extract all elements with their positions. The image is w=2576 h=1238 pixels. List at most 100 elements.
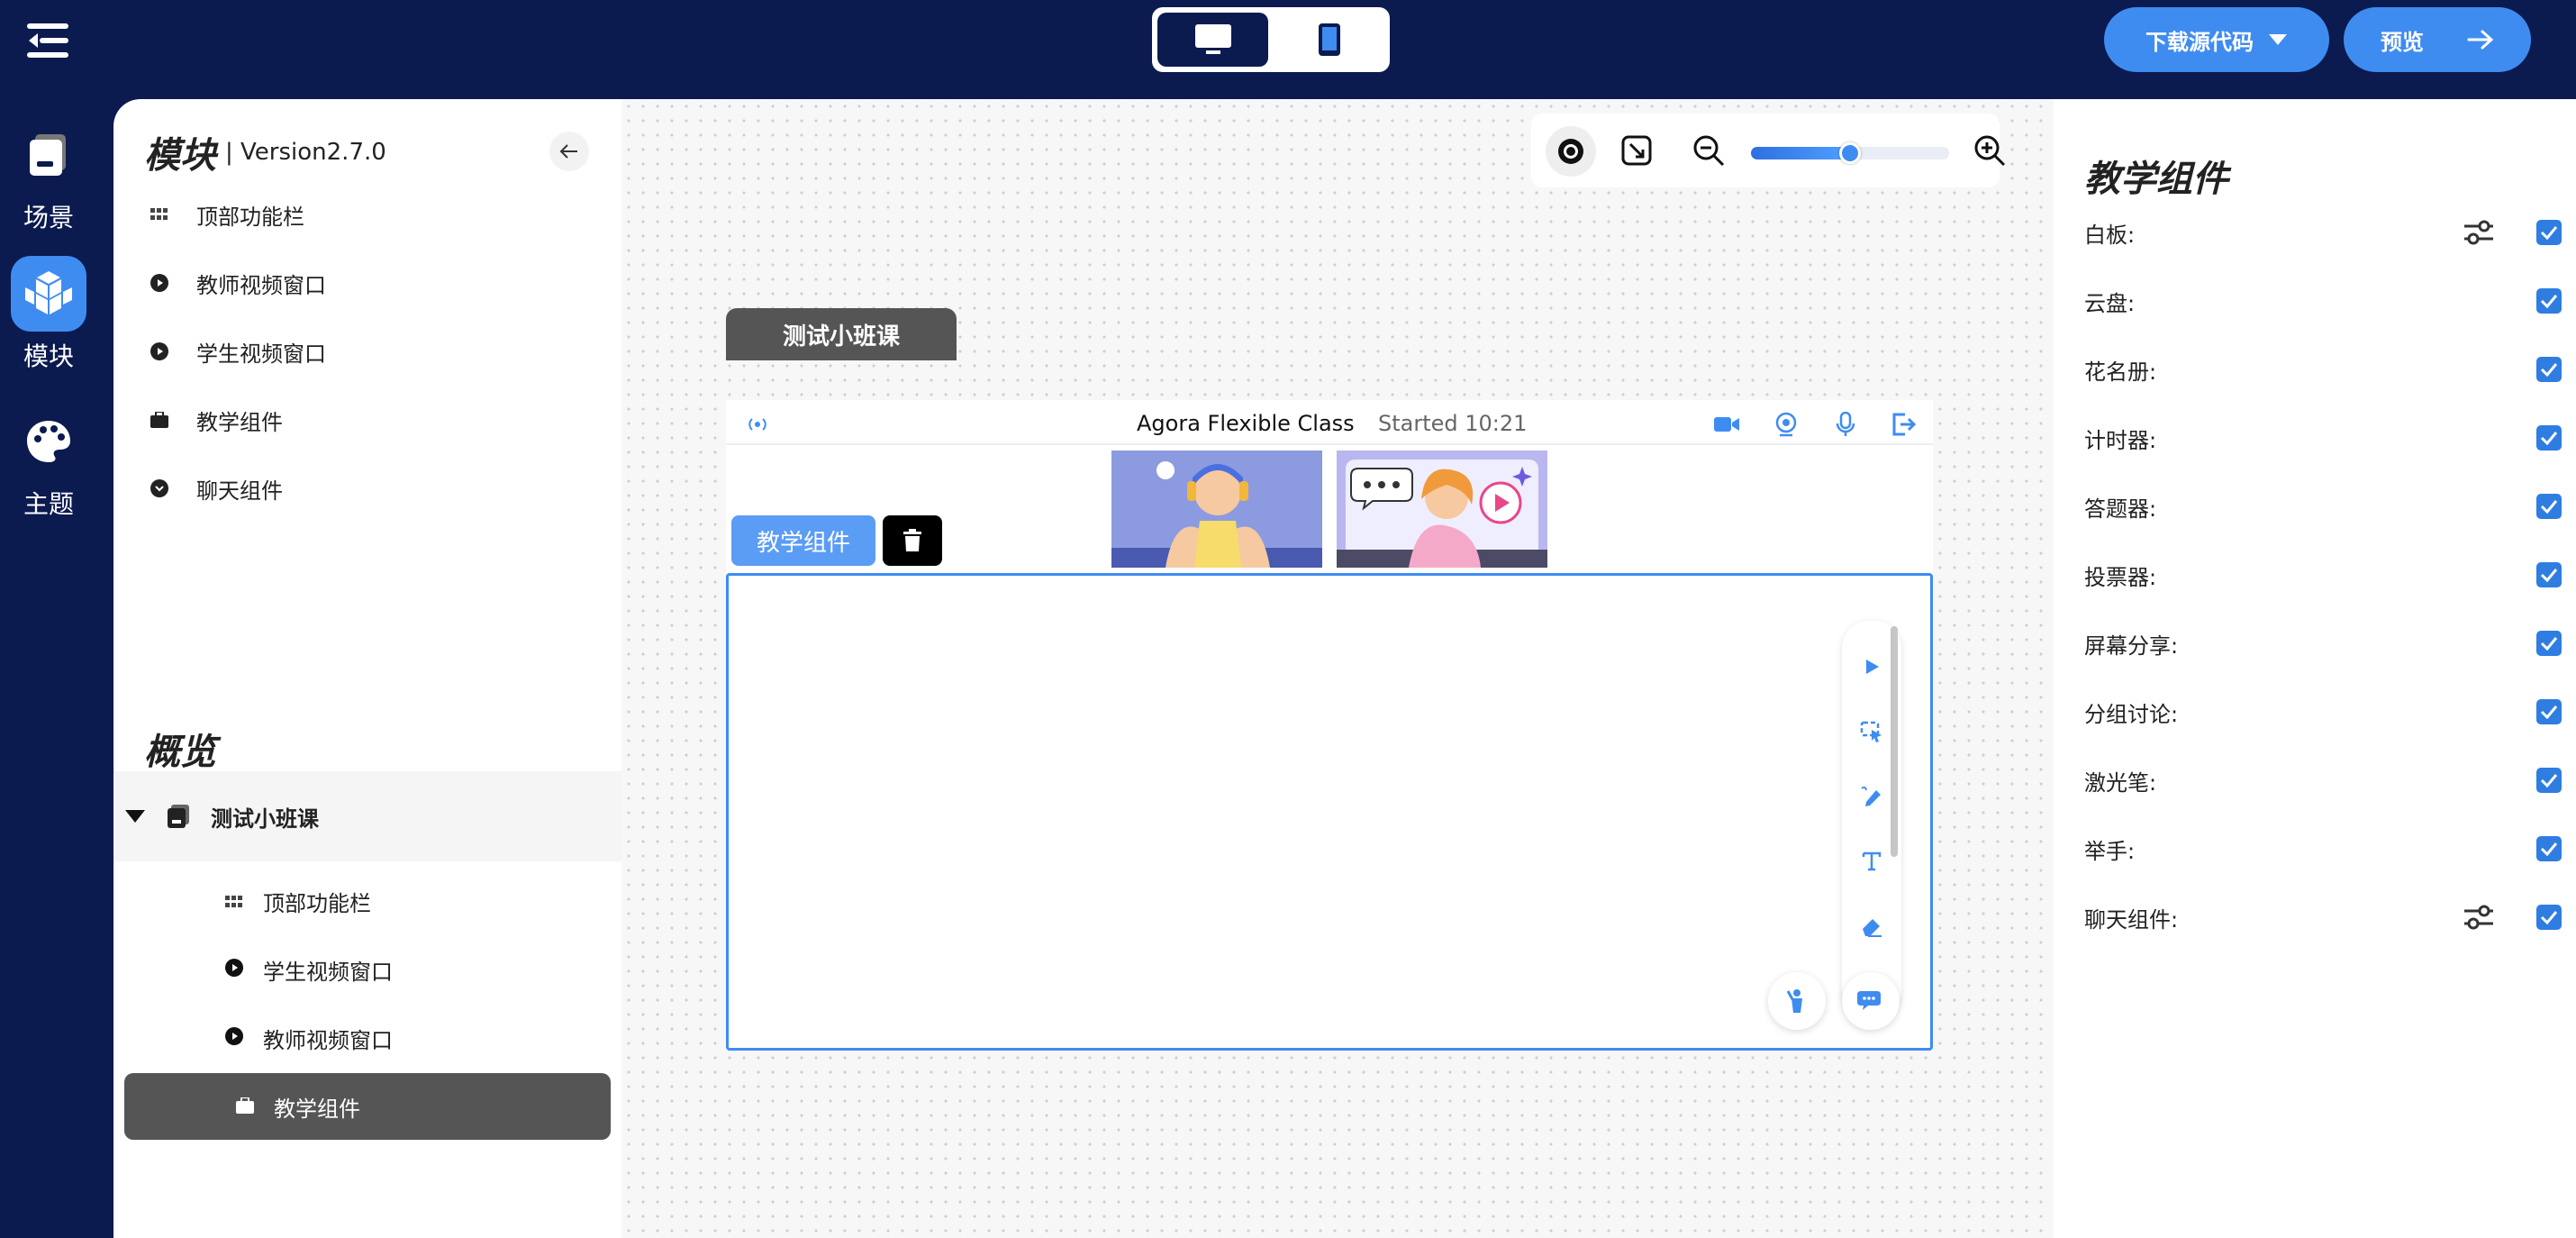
mobile-view-button[interactable] bbox=[1274, 13, 1384, 67]
widget-option-checkbox[interactable] bbox=[2536, 699, 2562, 724]
widget-option-label: 投票器: bbox=[2084, 564, 2157, 590]
overview-item-label: 教师视频窗口 bbox=[263, 1027, 393, 1053]
webcam-icon[interactable] bbox=[1773, 411, 1800, 438]
whiteboard-toolbar-scrollbar[interactable] bbox=[1891, 626, 1898, 857]
overview-item-top-toolbar[interactable]: 顶部功能栏 bbox=[225, 867, 371, 935]
module-item-label: 顶部功能栏 bbox=[196, 204, 304, 230]
cube-icon bbox=[11, 256, 86, 332]
widget-option-label: 屏幕分享: bbox=[2084, 633, 2179, 659]
widget-option-row: 举手: bbox=[2084, 831, 2562, 867]
widget-option-checkbox[interactable] bbox=[2536, 357, 2562, 382]
briefcase-icon bbox=[150, 410, 169, 430]
widget-option-label: 云盘: bbox=[2084, 290, 2136, 316]
top-bar: 下载源代码 预览 bbox=[0, 0, 2576, 99]
properties-panel: 教学组件 白板: 云盘: 花名册: 计时器: 答题器: 投票器: 屏幕分享: 分组讨论: 激光笔… bbox=[2054, 99, 2576, 1238]
cursor-icon[interactable] bbox=[1858, 653, 1885, 680]
zoom-in-icon[interactable] bbox=[1971, 132, 2009, 169]
desktop-icon bbox=[1194, 24, 1231, 54]
widget-option-row: 花名册: bbox=[2084, 351, 2562, 387]
briefcase-icon bbox=[236, 1094, 254, 1119]
classroom-preview: Agora Flexible Class Started 10:21 教学组件 bbox=[726, 400, 1933, 1051]
rail-label-theme: 主题 bbox=[23, 489, 74, 519]
widget-option-checkbox[interactable] bbox=[2536, 768, 2562, 793]
left-rail: 场景 模块 主题 bbox=[0, 99, 113, 1238]
caret-down-icon[interactable] bbox=[124, 809, 146, 824]
module-item-top-toolbar[interactable]: 顶部功能栏 bbox=[150, 180, 326, 249]
overview-item-teaching-widgets[interactable]: 教学组件 bbox=[124, 1073, 611, 1140]
preview-label: 预览 bbox=[2381, 29, 2424, 55]
widget-option-checkbox[interactable] bbox=[2536, 220, 2562, 245]
pen-icon[interactable] bbox=[1858, 783, 1885, 810]
overview-item-label: 教学组件 bbox=[274, 1096, 360, 1122]
device-switch bbox=[1152, 7, 1390, 72]
microphone-icon[interactable] bbox=[1832, 411, 1859, 438]
widget-option-checkbox[interactable] bbox=[2536, 562, 2562, 587]
widget-option-row: 计时器: bbox=[2084, 420, 2562, 456]
desktop-view-button[interactable] bbox=[1157, 13, 1268, 67]
arrow-right-icon bbox=[2467, 30, 2494, 50]
whiteboard-area[interactable] bbox=[726, 573, 1933, 1051]
module-item-student-video[interactable]: 学生视频窗口 bbox=[150, 317, 326, 386]
zoom-slider-handle[interactable] bbox=[1839, 142, 1861, 164]
text-tool-icon[interactable] bbox=[1858, 848, 1885, 875]
overview-title: 概览 bbox=[144, 732, 216, 773]
module-version: | Version2.7.0 bbox=[225, 139, 386, 166]
signal-icon bbox=[744, 411, 771, 438]
properties-title: 教学组件 bbox=[2084, 159, 2228, 200]
rail-item-scene[interactable]: 场景 bbox=[0, 117, 97, 234]
widget-option-checkbox[interactable] bbox=[2536, 494, 2562, 519]
overview-item-teacher-video[interactable]: 教师视频窗口 bbox=[225, 1004, 393, 1072]
classroom-header[interactable]: Agora Flexible Class Started 10:21 bbox=[726, 400, 1933, 445]
module-item-chat-widget[interactable]: 聊天组件 bbox=[150, 454, 326, 523]
selected-widget-label[interactable]: 教学组件 bbox=[731, 515, 875, 566]
eraser-icon[interactable] bbox=[1858, 913, 1885, 940]
widget-option-label: 举手: bbox=[2084, 838, 2136, 864]
widget-option-checkbox[interactable] bbox=[2536, 631, 2562, 656]
module-item-teacher-video[interactable]: 教师视频窗口 bbox=[150, 249, 326, 317]
theme-toggle-icon[interactable] bbox=[1546, 126, 1596, 177]
preview-button[interactable]: 预览 bbox=[2344, 7, 2531, 72]
rail-label-module: 模块 bbox=[23, 341, 74, 371]
widget-option-row: 分组讨论: bbox=[2084, 694, 2562, 730]
download-source-button[interactable]: 下载源代码 bbox=[2104, 7, 2329, 72]
fit-screen-icon[interactable] bbox=[1618, 132, 1655, 169]
hand-raise-icon bbox=[1786, 989, 1802, 1013]
module-item-label: 聊天组件 bbox=[196, 478, 283, 504]
overview-root-item[interactable]: 测试小班课 bbox=[113, 771, 621, 861]
exit-icon[interactable] bbox=[1890, 411, 1917, 438]
widget-option-checkbox[interactable] bbox=[2536, 425, 2562, 451]
raise-hand-button[interactable] bbox=[1768, 972, 1826, 1030]
delete-widget-button[interactable] bbox=[883, 515, 942, 566]
class-name: Agora Flexible Class bbox=[1137, 411, 1355, 436]
scene-icon bbox=[11, 117, 86, 193]
sliders-settings-icon[interactable] bbox=[2463, 218, 2495, 247]
chat-button[interactable] bbox=[1842, 972, 1900, 1030]
camera-icon[interactable] bbox=[1713, 411, 1740, 438]
widget-option-label: 聊天组件: bbox=[2084, 906, 2179, 933]
menu-collapse-icon[interactable] bbox=[27, 20, 72, 61]
version-text: Version2.7.0 bbox=[240, 139, 386, 166]
widget-option-checkbox[interactable] bbox=[2536, 905, 2562, 930]
collapse-panel-button[interactable] bbox=[549, 132, 589, 171]
scene-tab[interactable]: 测试小班课 bbox=[726, 308, 957, 360]
zoom-out-icon[interactable] bbox=[1690, 132, 1728, 169]
widget-option-checkbox[interactable] bbox=[2536, 836, 2562, 861]
student-video-tile bbox=[1111, 451, 1322, 568]
rail-item-module[interactable]: 模块 bbox=[9, 256, 88, 373]
widget-option-label: 花名册: bbox=[2084, 359, 2157, 385]
rail-item-theme[interactable]: 主题 bbox=[0, 404, 97, 521]
overview-item-label: 学生视频窗口 bbox=[263, 959, 393, 985]
play-circle-icon bbox=[150, 341, 169, 361]
widget-option-label: 分组讨论: bbox=[2084, 701, 2179, 727]
module-item-teaching-widgets[interactable]: 教学组件 bbox=[150, 386, 326, 454]
download-source-label: 下载源代码 bbox=[2145, 29, 2254, 55]
zoom-slider[interactable] bbox=[1751, 142, 1949, 164]
play-circle-icon bbox=[225, 1025, 243, 1051]
student-illustration bbox=[1111, 451, 1322, 568]
overview-item-student-video[interactable]: 学生视频窗口 bbox=[225, 935, 393, 1004]
selection-icon[interactable] bbox=[1858, 718, 1885, 745]
widget-option-checkbox[interactable] bbox=[2536, 288, 2562, 314]
widget-option-row: 云盘: bbox=[2084, 283, 2562, 319]
module-panel-title: 模块 bbox=[144, 135, 216, 177]
sliders-settings-icon[interactable] bbox=[2463, 903, 2495, 932]
